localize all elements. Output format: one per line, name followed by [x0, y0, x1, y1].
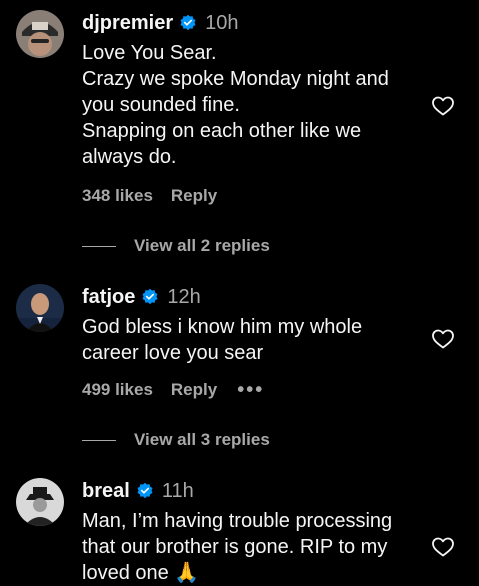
reply-button[interactable]: Reply	[171, 380, 217, 400]
avatar-fatjoe[interactable]	[16, 284, 64, 332]
heart-outline-icon[interactable]	[431, 94, 455, 118]
verified-badge-icon	[142, 288, 158, 305]
comment-text: God bless i know him my whole career lov…	[82, 316, 363, 364]
comment-text: Man, I’m having trouble processing that …	[82, 510, 393, 584]
view-replies-label: View all 2 replies	[134, 236, 270, 255]
replies-divider	[82, 245, 116, 247]
heart-outline-icon[interactable]	[431, 535, 455, 559]
heart-outline-icon[interactable]	[431, 327, 455, 351]
view-replies-label: View all 3 replies	[134, 430, 270, 449]
timestamp: 10h	[205, 11, 239, 34]
replies-divider	[82, 439, 116, 441]
username[interactable]: djpremier	[82, 12, 173, 35]
username[interactable]: fatjoe	[82, 286, 135, 309]
like-count[interactable]: 348 likes	[82, 186, 153, 206]
timestamp: 12h	[167, 285, 201, 308]
reply-button[interactable]: Reply	[171, 186, 217, 206]
view-replies-button[interactable]: View all 3 replies	[82, 430, 270, 450]
like-count[interactable]: 499 likes	[82, 380, 153, 400]
verified-badge-icon	[137, 482, 153, 499]
avatar-djpremier[interactable]	[16, 10, 64, 58]
avatar-breal[interactable]	[16, 478, 64, 526]
verified-badge-icon	[180, 14, 196, 31]
view-replies-button[interactable]: View all 2 replies	[82, 236, 270, 256]
username[interactable]: breal	[82, 480, 130, 503]
more-options-icon[interactable]: •••	[237, 380, 264, 400]
timestamp: 11h	[161, 479, 194, 502]
comment-text: Love You Sear. Crazy we spoke Monday nig…	[82, 42, 389, 168]
